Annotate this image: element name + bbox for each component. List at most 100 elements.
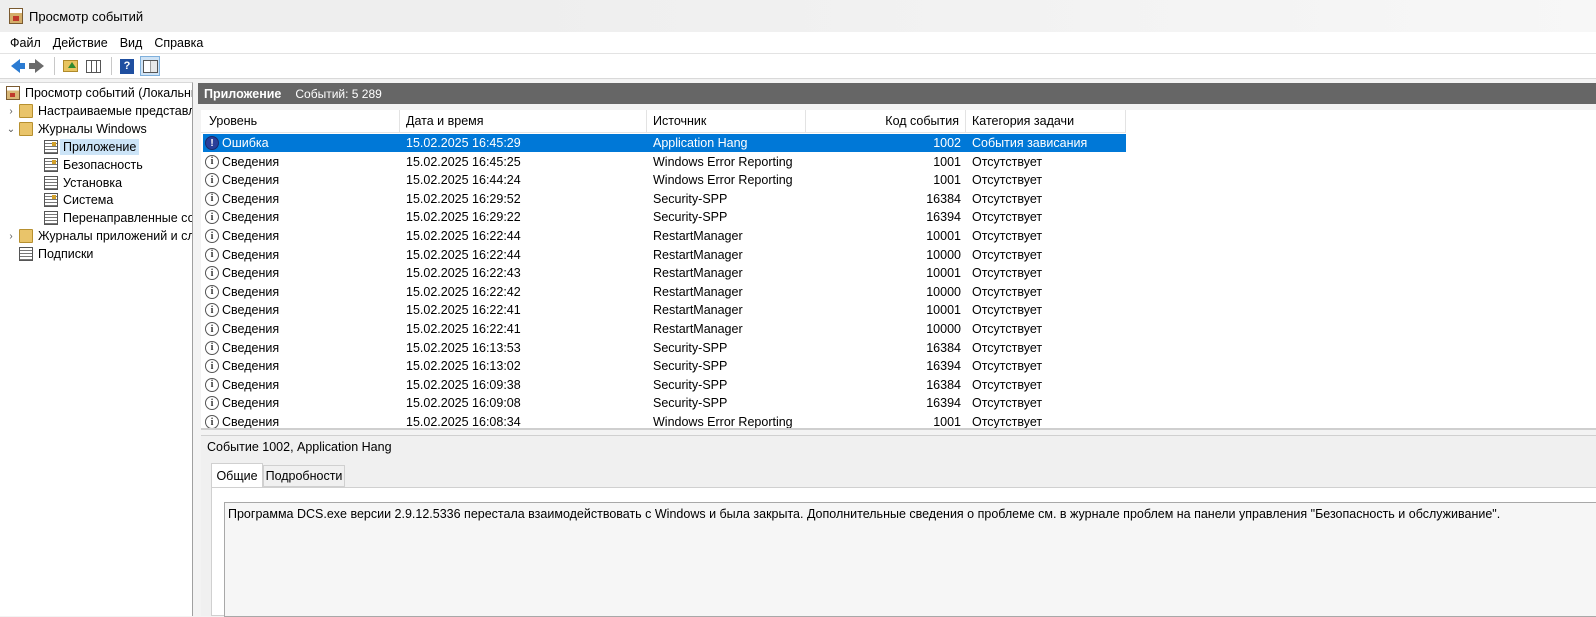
tree-item-label: Установка: [63, 176, 123, 190]
cell-level: i Сведения: [203, 283, 400, 301]
forward-button[interactable]: [26, 56, 46, 76]
table-row[interactable]: i Сведения 15.02.2025 16:22:41 RestartManag…: [203, 320, 1126, 338]
table-row[interactable]: i Сведения 15.02.2025 16:45:25 Windows Erro…: [203, 153, 1126, 171]
cell-category: Отсутствует: [972, 303, 1043, 318]
cell-source: Security-SPP: [653, 359, 728, 374]
action-pane-button[interactable]: [140, 56, 160, 76]
event-viewer-icon: [6, 86, 20, 100]
table-row[interactable]: i Сведения 15.02.2025 16:29:52 Security-SPP…: [203, 190, 1126, 208]
event-viewer-icon: [9, 8, 23, 24]
tree-item-app-service-logs[interactable]: › Журналы приложений и служб: [6, 227, 192, 245]
tree-item-custom-views[interactable]: › Настраиваемые представления: [6, 102, 192, 120]
cell-category: Отсутствует: [972, 322, 1043, 336]
info-icon: i: [205, 396, 219, 411]
menu-file[interactable]: Файл: [4, 36, 47, 50]
cell-level: i Сведения: [203, 376, 400, 394]
cell-category: Отсутствует: [972, 266, 1043, 281]
chevron-right-icon[interactable]: ›: [6, 231, 16, 242]
cell-category: Отсутствует: [972, 247, 1043, 262]
table-row[interactable]: i Сведения 15.02.2025 16:13:53 Security-SPP…: [203, 339, 1126, 357]
tree-item-setup[interactable]: Установка: [44, 174, 122, 192]
cell-category: Отсутствует: [972, 229, 1043, 243]
chevron-right-icon[interactable]: ›: [6, 106, 16, 117]
log-title: Приложение: [204, 86, 282, 101]
tree-item-subscriptions[interactable]: Подписки: [19, 245, 93, 263]
cell-source: RestartManager: [653, 229, 743, 243]
cell-event-id: 1001: [933, 415, 961, 429]
window-title: Просмотр событий: [29, 8, 144, 24]
general-tab-panel: Программа DCS.exe версии 2.9.12.5336 пер…: [211, 487, 1596, 617]
column-header-event-id[interactable]: Код события: [806, 110, 966, 132]
event-count: Событий: 5 289: [295, 86, 382, 101]
column-header-category[interactable]: Категория задачи: [966, 110, 1126, 132]
back-button[interactable]: [3, 56, 25, 76]
tree-item-application[interactable]: Приложение: [44, 138, 140, 156]
cell-level: i Сведения: [203, 171, 400, 189]
cell-level: i Сведения: [203, 357, 400, 375]
table-row[interactable]: i Сведения 15.02.2025 16:22:44 RestartManag…: [203, 227, 1126, 245]
level-text: Сведения: [222, 247, 280, 262]
cell-datetime: 15.02.2025 16:22:42: [406, 284, 521, 299]
level-text: Сведения: [222, 210, 280, 225]
cell-event-id: 16394: [926, 359, 961, 374]
cell-datetime: 15.02.2025 16:08:34: [406, 415, 521, 429]
column-header-source[interactable]: Источник: [647, 110, 806, 132]
column-header-level[interactable]: Уровень: [203, 110, 400, 132]
event-description[interactable]: Программа DCS.exe версии 2.9.12.5336 пер…: [224, 502, 1596, 617]
level-text: Сведения: [222, 415, 280, 429]
tree-item-system[interactable]: Система: [44, 191, 113, 209]
events-list[interactable]: Уровень Дата и время Источник Код событи…: [201, 110, 1596, 430]
cell-category: Отсутствует: [972, 340, 1043, 355]
info-icon: i: [205, 415, 219, 428]
table-row[interactable]: i Сведения 15.02.2025 16:44:24 Windows Erro…: [203, 171, 1126, 189]
cell-event-id: 10000: [926, 284, 961, 299]
subscriptions-icon: [19, 247, 33, 261]
table-row[interactable]: i Сведения 15.02.2025 16:13:02 Security-SPP…: [203, 357, 1126, 375]
cell-source: Windows Error Reporting: [653, 415, 793, 429]
table-row[interactable]: i Сведения 15.02.2025 16:22:43 RestartManag…: [203, 264, 1126, 282]
tab-general[interactable]: Общие: [211, 463, 263, 487]
cell-event-id: 10000: [926, 322, 961, 336]
cell-event-id: 1001: [933, 173, 961, 188]
cell-datetime: 15.02.2025 16:13:53: [406, 340, 521, 355]
tree-item-windows-logs[interactable]: ⌄ Журналы Windows: [6, 120, 147, 138]
cell-event-id: 1002: [933, 136, 961, 150]
column-header-datetime[interactable]: Дата и время: [400, 110, 647, 132]
cell-source: Security-SPP: [653, 396, 728, 411]
level-text: Сведения: [222, 266, 280, 281]
cell-datetime: 15.02.2025 16:22:44: [406, 247, 521, 262]
tree-item-root[interactable]: Просмотр событий (Локальный): [6, 84, 192, 102]
tree-item-label: Журналы приложений и служб: [38, 229, 192, 243]
cell-level: i Сведения: [203, 394, 400, 412]
cell-datetime: 15.02.2025 16:09:38: [406, 377, 521, 392]
tree-item-forwarded-events[interactable]: Перенаправленные события: [44, 209, 192, 227]
cell-event-id: 10001: [926, 229, 961, 243]
help-button[interactable]: ?: [117, 56, 137, 76]
cell-level: i Сведения: [203, 320, 400, 338]
table-row[interactable]: i Сведения 15.02.2025 16:09:08 Security-SPP…: [203, 394, 1126, 412]
tab-details[interactable]: Подробности: [263, 465, 345, 487]
table-row[interactable]: i Сведения 15.02.2025 16:09:38 Security-SPP…: [203, 376, 1126, 394]
info-icon: i: [205, 303, 219, 318]
table-row[interactable]: i Сведения 15.02.2025 16:08:34 Windows Erro…: [203, 413, 1126, 429]
tree-item-security[interactable]: Безопасность: [44, 156, 143, 174]
table-row[interactable]: i Сведения 15.02.2025 16:22:42 RestartManag…: [203, 283, 1126, 301]
table-row[interactable]: i Сведения 15.02.2025 16:22:44 RestartManag…: [203, 246, 1126, 264]
table-row[interactable]: i Сведения 15.02.2025 16:29:22 Security-SPP…: [203, 208, 1126, 226]
cell-level: i Сведения: [203, 246, 400, 264]
show-hide-tree-button[interactable]: [83, 56, 103, 76]
cell-category: События зависания: [972, 136, 1088, 150]
chevron-down-icon[interactable]: ⌄: [6, 124, 16, 135]
tree-item-label: Подписки: [38, 247, 94, 261]
cell-datetime: 15.02.2025 16:22:43: [406, 266, 521, 281]
menu-action[interactable]: Действие: [47, 36, 114, 50]
forward-arrow-icon: [28, 59, 44, 73]
table-row[interactable]: ! Ошибка 15.02.2025 16:45:29 Application Ha…: [203, 134, 1126, 152]
table-row[interactable]: i Сведения 15.02.2025 16:22:41 RestartManag…: [203, 301, 1126, 319]
info-icon: i: [205, 173, 219, 188]
cell-datetime: 15.02.2025 16:44:24: [406, 173, 521, 188]
cell-source: RestartManager: [653, 322, 743, 336]
menu-view[interactable]: Вид: [114, 36, 149, 50]
menu-help[interactable]: Справка: [148, 36, 209, 50]
up-level-button[interactable]: [60, 56, 80, 76]
